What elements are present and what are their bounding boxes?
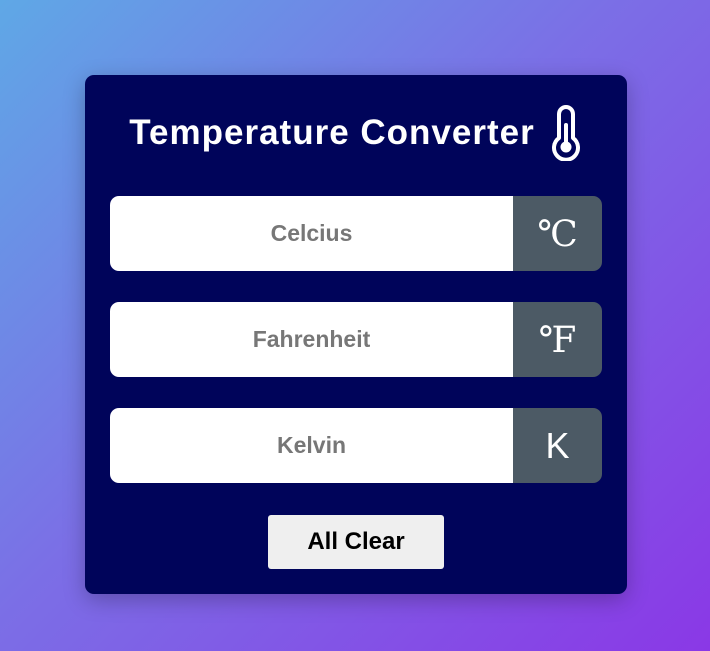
kelvin-row: K [110,408,602,483]
all-clear-button[interactable]: All Clear [268,515,444,569]
fahrenheit-input[interactable] [110,302,513,377]
converter-card: Temperature Converter ℃ ℉ K All Clear [85,75,627,594]
kelvin-unit-label: K [513,408,602,483]
header: Temperature Converter [85,105,627,161]
celsius-unit-label: ℃ [513,196,602,271]
fahrenheit-row: ℉ [110,302,602,377]
page-title: Temperature Converter [129,113,535,152]
thermometer-icon [549,105,583,161]
celsius-input[interactable] [110,196,513,271]
kelvin-input[interactable] [110,408,513,483]
celsius-row: ℃ [110,196,602,271]
fahrenheit-unit-label: ℉ [513,302,602,377]
